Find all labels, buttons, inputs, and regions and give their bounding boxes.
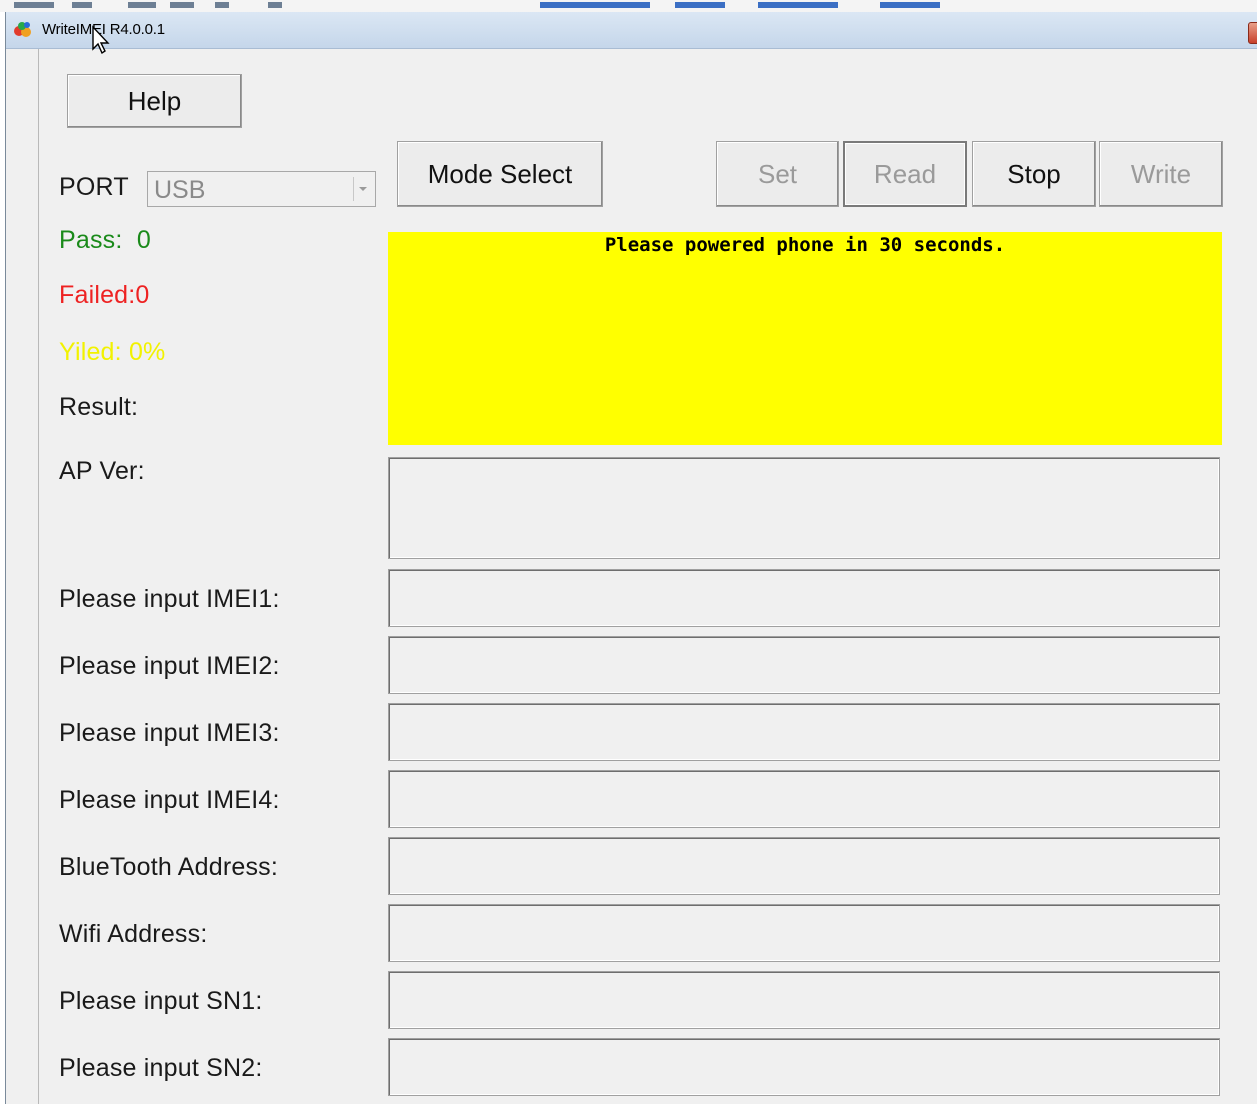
imei2-label: Please input IMEI2:	[59, 652, 280, 680]
dropdown-arrow-icon[interactable]	[353, 177, 372, 201]
status-message: Please powered phone in 30 seconds.	[604, 234, 1006, 256]
mode-select-button[interactable]: Mode Select	[397, 141, 603, 207]
imei1-label: Please input IMEI1:	[59, 585, 280, 613]
bluetooth-address-label: BlueTooth Address:	[59, 853, 279, 881]
sn1-label: Please input SN1:	[59, 987, 263, 1015]
ap-version-label: AP Ver:	[59, 457, 145, 485]
ap-version-field	[388, 457, 1220, 559]
imei1-input[interactable]	[389, 570, 1219, 626]
write-button[interactable]: Write	[1099, 141, 1223, 207]
port-value: USB	[154, 176, 206, 204]
yield-percentage: Yiled: 0%	[59, 338, 166, 366]
left-divider	[38, 49, 39, 1104]
wifi-address-label: Wifi Address:	[59, 920, 208, 948]
sn2-input[interactable]	[389, 1039, 1219, 1095]
title-bar[interactable]: WriteIMEI R4.0.0.1	[6, 12, 1257, 49]
set-button[interactable]: Set	[716, 141, 839, 207]
imei2-input[interactable]	[389, 637, 1219, 693]
help-button[interactable]: Help	[67, 74, 242, 128]
desktop-background	[0, 0, 1257, 12]
wifi-address-input[interactable]	[389, 905, 1219, 961]
imei4-input[interactable]	[389, 771, 1219, 827]
sn1-input[interactable]	[389, 972, 1219, 1028]
imei4-label: Please input IMEI4:	[59, 786, 280, 814]
client-area: Help PORT USB Mode Select Set Read Stop …	[6, 49, 1257, 1104]
status-panel: Please powered phone in 30 seconds.	[388, 232, 1222, 445]
stop-button[interactable]: Stop	[972, 141, 1096, 207]
pass-count: Pass: 0	[59, 226, 151, 254]
mouse-pointer-icon	[92, 25, 110, 55]
read-button[interactable]: Read	[843, 141, 967, 207]
failed-count: Failed:0	[59, 281, 150, 309]
imei3-input[interactable]	[389, 704, 1219, 760]
bluetooth-address-input[interactable]	[389, 838, 1219, 894]
sn2-label: Please input SN2:	[59, 1054, 263, 1082]
port-dropdown[interactable]: USB	[147, 171, 376, 207]
port-label: PORT	[59, 173, 129, 201]
main-window: WriteIMEI R4.0.0.1 Help PORT USB Mode Se…	[5, 12, 1257, 1104]
imei3-label: Please input IMEI3:	[59, 719, 280, 747]
close-button[interactable]	[1248, 22, 1257, 44]
result-label: Result:	[59, 393, 139, 421]
app-logo-icon	[14, 22, 31, 37]
